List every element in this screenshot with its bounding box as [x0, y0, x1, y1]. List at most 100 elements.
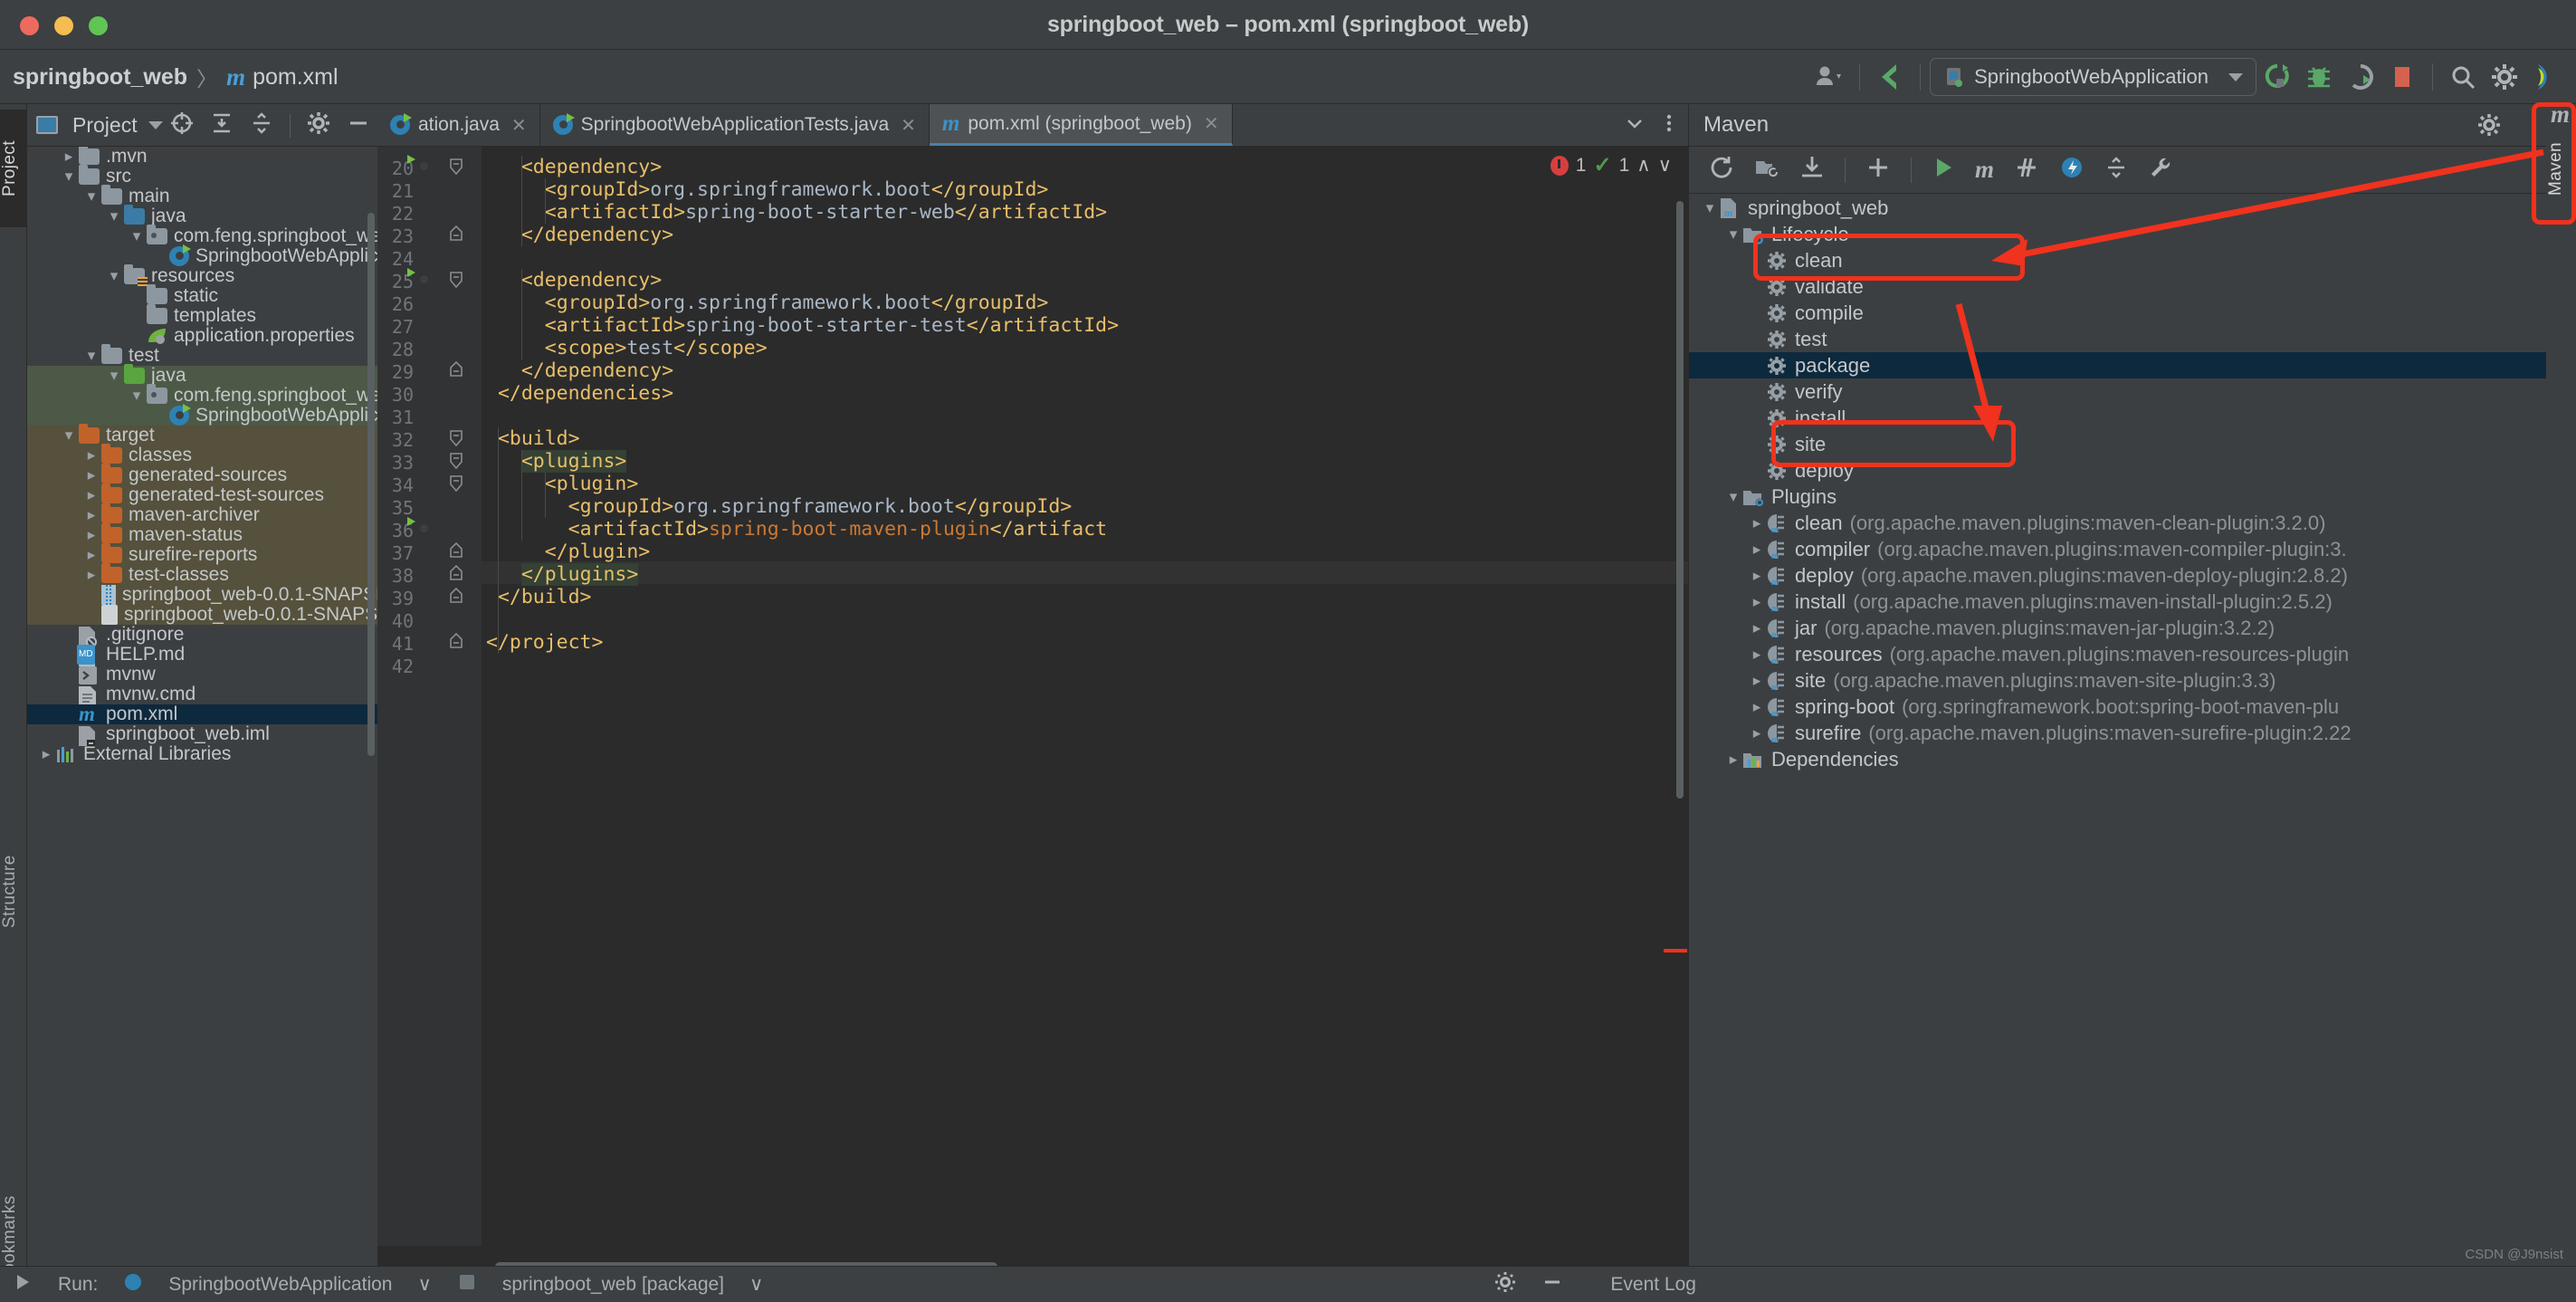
chevron-right-icon[interactable]: ▸ [1723, 746, 1743, 772]
gutter-fold-end-icon[interactable] [448, 541, 464, 565]
gutter-fold-start-icon[interactable] [448, 429, 464, 452]
vcs-update-icon[interactable] [1869, 56, 1911, 98]
execute-maven-goal-icon[interactable]: m [1975, 156, 1994, 184]
run-icon[interactable] [1932, 156, 1955, 184]
toggle-offline-icon[interactable] [2059, 155, 2085, 185]
editor-tab-pom-xml-springboot-web[interactable]: m pom.xml (springboot_web) ✕ [929, 104, 1233, 146]
code-editor[interactable]: 20 21 22 23 24 25 26 27 28 29 30 31 32 33 34 35 36 37 38 39… [377, 147, 1688, 1246]
maven-tree-item-resources[interactable]: ▸ m resources (org.apache.maven.plugins:mav… [1689, 641, 2547, 667]
gutter-fold-end-icon[interactable] [448, 564, 464, 588]
code-line[interactable]: </dependency> [521, 224, 673, 246]
tree-item-springbootwebapplicationtests[interactable]: ▸SpringbootWebApplicationTests [27, 404, 377, 426]
tree-item-springboot-web-iml[interactable]: ▸springboot_web.iml [27, 724, 377, 746]
reload-all-icon[interactable] [1709, 155, 1734, 185]
maven-tree-item-spring-boot[interactable]: ▸ m spring-boot (org.springframework.boot:s… [1689, 694, 2547, 720]
run-icon[interactable] [2256, 56, 2298, 98]
chevron-down-icon[interactable]: ▾ [59, 167, 79, 187]
tree-item-generated-sources[interactable]: ▸ generated-sources [27, 464, 377, 485]
tree-item-target[interactable]: ▾ target [27, 424, 377, 445]
chevron-right-icon[interactable]: ▸ [1747, 536, 1767, 562]
maven-tree-item-deploy[interactable]: ▸ m deploy (org.apache.maven.plugins:maven-… [1689, 562, 2547, 589]
gutter-fold-end-icon[interactable] [448, 587, 464, 610]
search-icon[interactable] [2442, 56, 2484, 98]
tree-item-test[interactable]: ▾ test [27, 344, 377, 366]
chevron-down-icon[interactable]: ▾ [1723, 221, 1743, 247]
add-icon[interactable] [1865, 155, 1891, 185]
maven-tree-item-site[interactable]: ▸site [1689, 431, 2547, 457]
run-icon[interactable] [13, 1272, 33, 1297]
tree-item-resources[interactable]: ▾ resources [27, 264, 377, 287]
chevron-down-icon[interactable]: ▾ [104, 266, 124, 286]
breadcrumb-project[interactable]: springboot_web [13, 64, 187, 91]
gutter-fold-end-icon[interactable] [448, 632, 464, 656]
chevron-right-icon[interactable]: ▸ [1747, 562, 1767, 589]
chevron-down-icon[interactable]: ▾ [59, 426, 79, 445]
next-problem-button[interactable]: ∨ [1658, 154, 1672, 177]
chevron-down-icon[interactable]: ▾ [81, 346, 101, 366]
editor-tab-ation-java[interactable]: ation.java ✕ [377, 104, 540, 146]
tree-item-mvnw-cmd[interactable]: ▸mvnw.cmd [27, 685, 377, 706]
chevron-down-icon[interactable]: ▾ [127, 226, 147, 246]
chevron-down-icon[interactable]: ▾ [104, 366, 124, 386]
chevron-right-icon[interactable]: ▸ [81, 465, 101, 485]
gutter-fold-start-icon[interactable] [448, 474, 464, 497]
maven-tree-item-plugins[interactable]: ▾ Plugins [1689, 483, 2547, 510]
code-line[interactable]: </plugin> [545, 541, 651, 563]
maven-tree-item-compile[interactable]: ▸compile [1689, 300, 2547, 326]
maven-tree-item-jar[interactable]: ▸ m jar (org.apache.maven.plugins:maven-jar… [1689, 615, 2547, 641]
tree-item-java[interactable]: ▾ java [27, 364, 377, 386]
tree-item-com-feng-springboot-web[interactable]: ▾ com.feng.springboot_web [27, 225, 377, 246]
close-icon[interactable]: ✕ [511, 114, 527, 137]
close-icon[interactable]: ✕ [901, 114, 916, 137]
maven-tree-item-surefire[interactable]: ▸ m surefire (org.apache.maven.plugins:mave… [1689, 720, 2547, 746]
download-sources-icon[interactable] [1799, 155, 1825, 185]
chevron-down-icon[interactable]: ▾ [1723, 483, 1743, 510]
tree-item-com-feng-springboot-web[interactable]: ▾ com.feng.springboot_web [27, 384, 377, 406]
tree-item-test-classes[interactable]: ▸ test-classes [27, 563, 377, 585]
chevron-right-icon[interactable]: ▸ [81, 565, 101, 585]
chevron-right-icon[interactable]: ▸ [1747, 589, 1767, 615]
tree-item-springboot-web-0-0-1-snapshot-jar[interactable]: ▸springboot_web-0.0.1-SNAPSHOT.jar [27, 585, 377, 605]
run-config-status[interactable]: SpringbootWebApplication [168, 1274, 392, 1296]
inspection-widget[interactable]: 1 ✓ 1 ∧ ∨ [1550, 152, 1672, 178]
code-line[interactable]: <dependency> [521, 269, 662, 292]
maven-tree[interactable]: ▾mspringboot_web▾Lifecycle▸clean▸validat… [1689, 195, 2547, 1302]
code-line[interactable]: <groupId>org.springframework.boot</group… [568, 495, 1073, 518]
maven-tree-item-deploy[interactable]: ▸deploy [1689, 457, 2547, 483]
chevron-right-icon[interactable]: ▸ [1747, 615, 1767, 641]
run-configuration-selector[interactable]: SpringbootWebApplication [1930, 58, 2256, 96]
debug-icon[interactable] [2298, 56, 2340, 98]
chevron-down-icon[interactable] [148, 120, 163, 129]
chevron-right-icon[interactable]: ▸ [81, 525, 101, 545]
ide-help-icon[interactable] [2525, 56, 2567, 98]
prev-problem-button[interactable]: ∧ [1636, 154, 1650, 177]
gear-icon[interactable] [2477, 113, 2501, 141]
tree-item-pom-xml[interactable]: ▸mpom.xml [27, 704, 377, 724]
maven-tree-item-compiler[interactable]: ▸ m compiler (org.apache.maven.plugins:mave… [1689, 536, 2547, 562]
chevron-right-icon[interactable]: ▸ [81, 445, 101, 465]
maven-tree-item-install[interactable]: ▸ m install (org.apache.maven.plugins:maven… [1689, 589, 2547, 615]
tree-item-classes[interactable]: ▸ classes [27, 444, 377, 465]
maven-tree-item-lifecycle[interactable]: ▾ Lifecycle [1689, 221, 2547, 247]
editor-vertical-scrollbar[interactable] [1676, 201, 1684, 799]
maven-tree-item-validate[interactable]: ▸validate [1689, 273, 2547, 300]
collapse-all-icon[interactable] [2104, 156, 2128, 184]
tree-item-maven-archiver[interactable]: ▸ maven-archiver [27, 503, 377, 525]
collapse-all-icon[interactable] [250, 111, 273, 139]
gutter-spring-bean-icon[interactable] [414, 519, 434, 539]
tree-item-generated-test-sources[interactable]: ▸ generated-test-sources [27, 483, 377, 505]
code-line[interactable]: <plugins> [520, 450, 627, 473]
code-line[interactable]: <groupId>org.springframework.boot</group… [545, 178, 1049, 201]
tree-item-java[interactable]: ▾ java [27, 205, 377, 226]
code-line[interactable]: </dependency> [521, 359, 673, 382]
maven-tree-item-clean[interactable]: ▸ m clean (org.apache.maven.plugins:maven-c… [1689, 510, 2547, 536]
editor-tab-bar[interactable]: ation.java ✕ SpringbootWebApplicationTests… [377, 104, 1688, 147]
run-tool-label[interactable]: Run: [58, 1274, 98, 1296]
chevron-down-icon[interactable]: ▾ [81, 187, 101, 206]
code-line[interactable]: </build> [498, 586, 592, 608]
chevron-right-icon[interactable]: ▸ [81, 545, 101, 565]
code-line[interactable]: </project> [486, 631, 603, 654]
toggle-skip-tests-icon[interactable] [2014, 156, 2039, 184]
maven-tree-item-springboot-web[interactable]: ▾ m springboot_web [1689, 195, 2547, 221]
chevron-down-icon[interactable]: ▾ [127, 386, 147, 406]
